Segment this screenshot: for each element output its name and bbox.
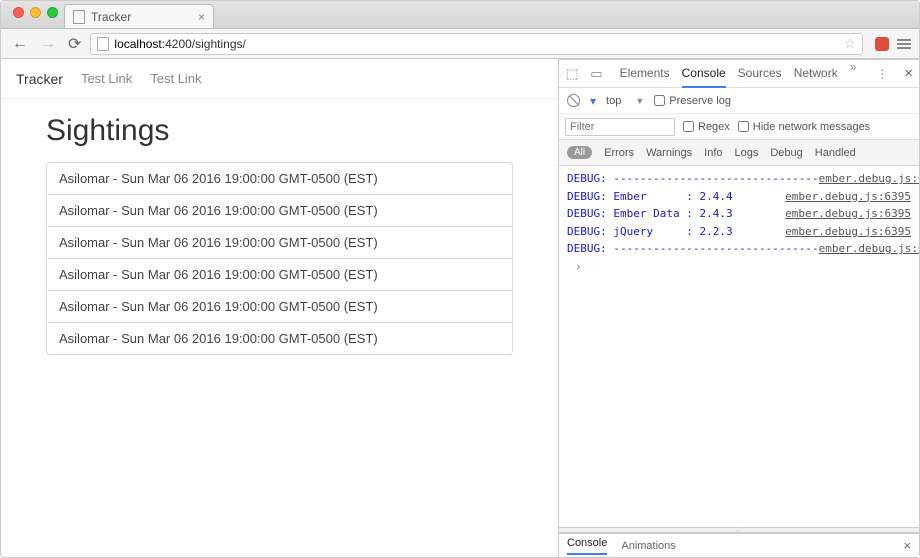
ember-extension-icon[interactable] xyxy=(875,37,889,51)
page-icon xyxy=(97,37,109,51)
page-title: Sightings xyxy=(46,114,513,148)
tab-title: Tracker xyxy=(91,10,131,24)
log-source-link[interactable]: ember.debug.js:6395 xyxy=(785,223,911,241)
drawer-close-icon[interactable]: × xyxy=(903,538,911,553)
level-handled[interactable]: Handled xyxy=(815,147,856,159)
devtools-menu-icon[interactable]: ⋮ xyxy=(876,67,888,81)
window-controls xyxy=(9,1,64,28)
level-logs[interactable]: Logs xyxy=(735,147,759,159)
console-toolbar: ▾ top▼ Preserve log xyxy=(559,88,919,114)
console-prompt[interactable]: › xyxy=(567,258,911,275)
log-line: DEBUG: -------------------------------em… xyxy=(567,240,911,258)
back-button[interactable]: ← xyxy=(9,35,31,53)
inspect-icon[interactable]: ⬚ xyxy=(565,66,579,82)
page-viewport: Tracker Test Link Test Link Sightings As… xyxy=(1,59,559,557)
drawer-tab-console[interactable]: Console xyxy=(567,537,607,555)
filter-input[interactable] xyxy=(565,118,675,136)
sightings-list: Asilomar - Sun Mar 06 2016 19:00:00 GMT-… xyxy=(46,162,513,355)
log-line: DEBUG: Ember Data : 2.4.3ember.debug.js:… xyxy=(567,205,911,223)
url-text: localhost:4200/sightings/ xyxy=(114,37,245,51)
devtools-drawer: Console Animations × xyxy=(559,533,919,557)
devtools-close-icon[interactable]: × xyxy=(898,65,913,82)
browser-toolbar: ← → ⟳ localhost:4200/sightings/ ☆ xyxy=(1,29,919,59)
device-mode-icon[interactable]: ▭ xyxy=(589,66,603,82)
list-item[interactable]: Asilomar - Sun Mar 06 2016 19:00:00 GMT-… xyxy=(47,323,512,354)
bookmark-icon[interactable]: ☆ xyxy=(843,35,856,52)
tab-console[interactable]: Console xyxy=(682,60,726,88)
nav-link[interactable]: Test Link xyxy=(150,71,201,86)
filter-icon[interactable]: ▾ xyxy=(590,94,596,108)
console-output: DEBUG: -------------------------------em… xyxy=(559,166,919,527)
log-source-link[interactable]: ember.debug.js:6395 xyxy=(819,240,919,258)
drawer-tab-animations[interactable]: Animations xyxy=(621,540,675,552)
list-item[interactable]: Asilomar - Sun Mar 06 2016 19:00:00 GMT-… xyxy=(47,259,512,291)
devtools-panel: ⬚ ▭ Elements Console Sources Network » ⋮… xyxy=(559,59,919,557)
console-filter-bar: Regex Hide network messages xyxy=(559,114,919,140)
clear-console-icon[interactable] xyxy=(567,94,580,107)
list-item[interactable]: Asilomar - Sun Mar 06 2016 19:00:00 GMT-… xyxy=(47,291,512,323)
more-tabs-icon[interactable]: » xyxy=(850,60,857,88)
level-info[interactable]: Info xyxy=(704,147,722,159)
log-source-link[interactable]: ember.debug.js:6395 xyxy=(785,188,911,206)
level-all[interactable]: All xyxy=(567,146,592,159)
devtools-tabbar: ⬚ ▭ Elements Console Sources Network » ⋮… xyxy=(559,60,919,88)
maximize-window-button[interactable] xyxy=(47,7,58,18)
list-item[interactable]: Asilomar - Sun Mar 06 2016 19:00:00 GMT-… xyxy=(47,163,512,195)
chrome-menu-icon[interactable] xyxy=(897,39,911,49)
preserve-log-checkbox[interactable]: Preserve log xyxy=(654,95,731,107)
log-source-link[interactable]: ember.debug.js:6395 xyxy=(785,205,911,223)
level-warnings[interactable]: Warnings xyxy=(646,147,692,159)
log-line: DEBUG: Ember : 2.4.4ember.debug.js:6395 xyxy=(567,188,911,206)
address-bar[interactable]: localhost:4200/sightings/ ☆ xyxy=(90,33,863,55)
reload-button[interactable]: ⟳ xyxy=(65,34,84,54)
level-errors[interactable]: Errors xyxy=(604,147,634,159)
tab-sources[interactable]: Sources xyxy=(738,60,782,88)
hide-network-checkbox[interactable]: Hide network messages xyxy=(738,121,870,133)
minimize-window-button[interactable] xyxy=(30,7,41,18)
log-line: DEBUG: jQuery : 2.2.3ember.debug.js:6395 xyxy=(567,223,911,241)
tab-network[interactable]: Network xyxy=(794,60,838,88)
app-navbar: Tracker Test Link Test Link xyxy=(1,59,558,99)
close-tab-icon[interactable]: × xyxy=(198,10,205,24)
log-line: DEBUG: -------------------------------em… xyxy=(567,170,911,188)
list-item[interactable]: Asilomar - Sun Mar 06 2016 19:00:00 GMT-… xyxy=(47,227,512,259)
page-icon xyxy=(73,10,85,24)
browser-tab[interactable]: Tracker × xyxy=(64,4,214,28)
tab-elements[interactable]: Elements xyxy=(620,60,670,88)
nav-link[interactable]: Test Link xyxy=(81,71,132,86)
forward-button[interactable]: → xyxy=(37,35,59,53)
console-level-bar: All Errors Warnings Info Logs Debug Hand… xyxy=(559,140,919,166)
list-item[interactable]: Asilomar - Sun Mar 06 2016 19:00:00 GMT-… xyxy=(47,195,512,227)
close-window-button[interactable] xyxy=(13,7,24,18)
brand[interactable]: Tracker xyxy=(16,71,63,87)
browser-tabstrip: Tracker × xyxy=(1,1,919,29)
context-selector[interactable]: top▼ xyxy=(606,95,644,107)
level-debug[interactable]: Debug xyxy=(770,147,802,159)
log-source-link[interactable]: ember.debug.js:6395 xyxy=(819,170,919,188)
regex-checkbox[interactable]: Regex xyxy=(683,121,730,133)
